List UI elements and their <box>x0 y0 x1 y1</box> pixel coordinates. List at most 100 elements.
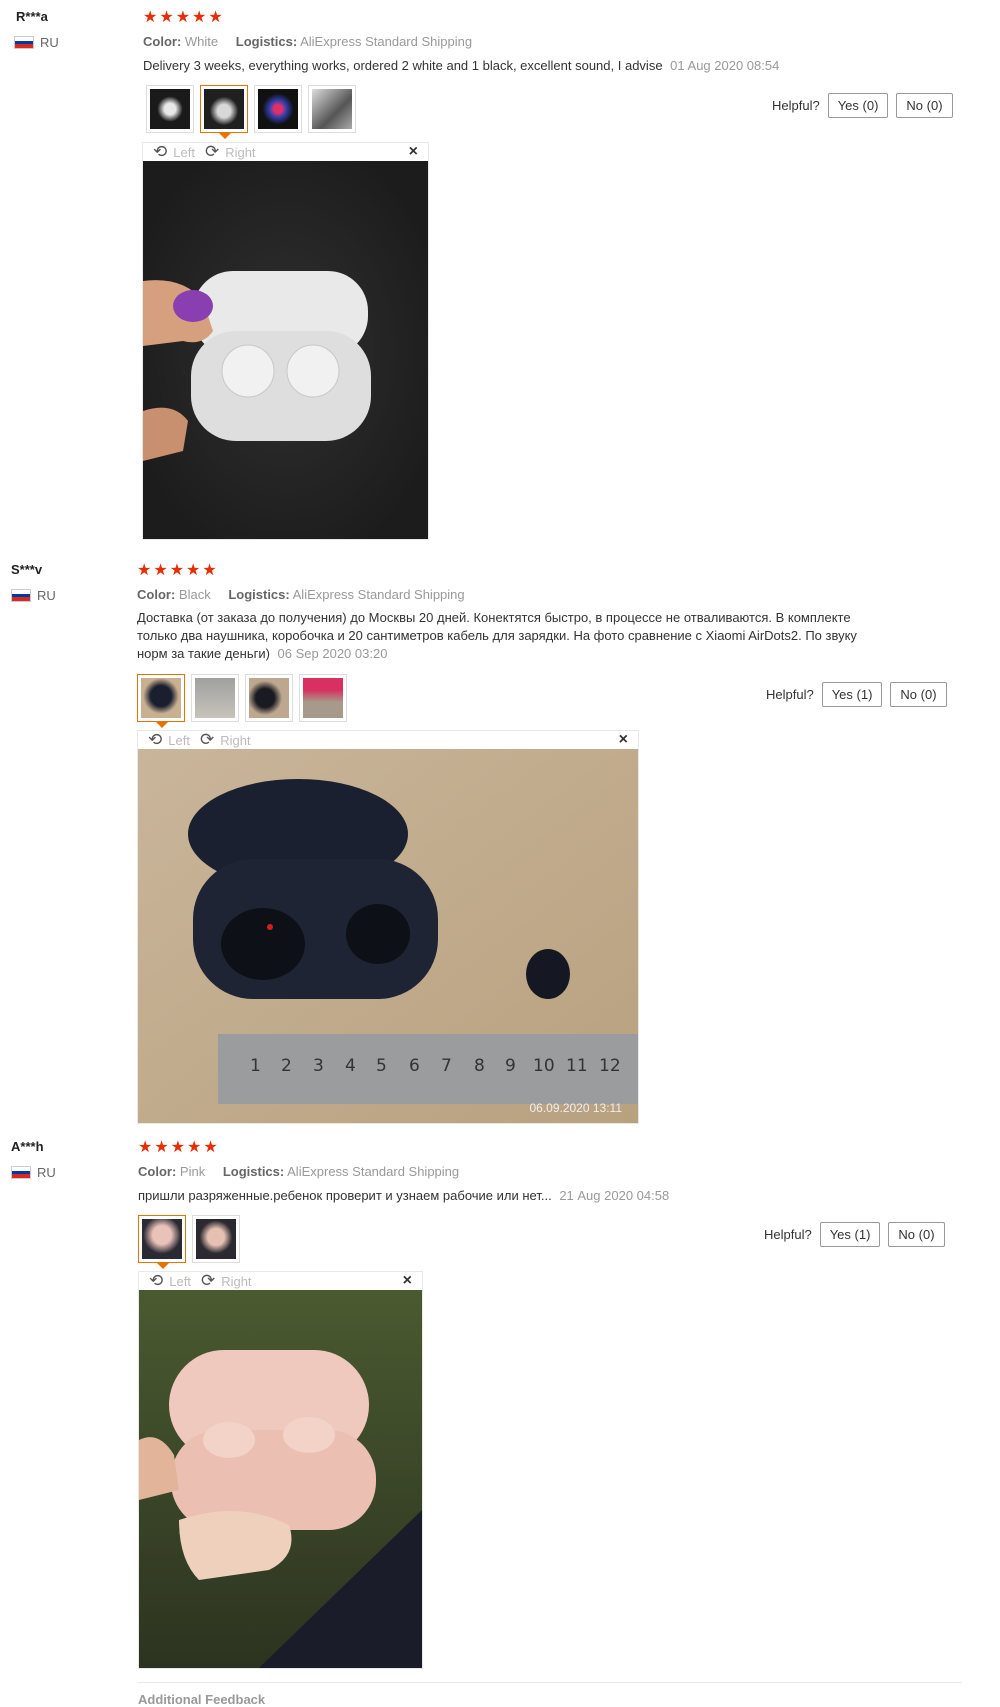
ruler-tick: 1 <box>250 1056 261 1076</box>
logistics-value: AliExpress Standard Shipping <box>300 34 473 49</box>
photo-viewer: ⟲ Left ⟳ Right × <box>142 142 429 540</box>
review-photo <box>143 161 428 539</box>
color-value: Black <box>178 587 211 602</box>
rotate-left-button[interactable]: ⟲ Left <box>149 1272 191 1289</box>
review-text: пришли разряженные.ребенок проверит и уз… <box>138 1187 898 1205</box>
rating-stars: ★★★★★ <box>138 1139 220 1156</box>
color-value: White <box>184 34 219 49</box>
color-label: Color: <box>143 34 182 49</box>
rotate-left-icon: ⟲ <box>148 730 163 749</box>
photo-timestamp: 06.09.2020 13:11 <box>529 1101 622 1115</box>
rating-stars: ★★★★★ <box>137 562 219 579</box>
ruler-tick: 5 <box>376 1056 387 1076</box>
photo-thumbnail-active[interactable] <box>138 1215 186 1269</box>
close-viewer-button[interactable]: × <box>619 731 628 749</box>
review-photo <box>139 1290 422 1668</box>
ruler-tick: 9 <box>505 1056 516 1076</box>
order-info: Color: Black Logistics: AliExpress Stand… <box>137 587 465 602</box>
helpful-votes: Helpful? Yes (1) No (0) <box>766 682 947 707</box>
ruler-tick: 11 <box>566 1056 588 1076</box>
photo-thumbnails <box>138 1215 240 1269</box>
helpful-yes-button[interactable]: Yes (1) <box>821 682 883 707</box>
logistics-label: Logistics: <box>235 34 298 49</box>
logistics-label: Logistics: <box>222 1164 285 1179</box>
rotate-left-button[interactable]: ⟲ Left <box>148 730 190 749</box>
reviewer-country: RU <box>11 1165 56 1180</box>
review-date: 21 Aug 2020 04:58 <box>559 1188 670 1203</box>
review-date: 06 Sep 2020 03:20 <box>277 646 388 661</box>
review-date: 01 Aug 2020 08:54 <box>670 58 780 73</box>
rotate-right-label: Right <box>225 144 256 160</box>
rotate-right-button[interactable]: ⟳ Right <box>199 730 251 749</box>
helpful-label: Helpful? <box>764 1227 812 1242</box>
ruler-tick: 7 <box>441 1056 452 1076</box>
reviewer-country: RU <box>11 588 56 603</box>
review-body: Доставка (от заказа до получения) до Мос… <box>137 610 857 661</box>
country-code: RU <box>37 1165 56 1180</box>
helpful-yes-button[interactable]: Yes (1) <box>819 1222 881 1247</box>
photo-thumbnail[interactable] <box>146 85 194 133</box>
reviewer-name: R***a <box>16 9 48 24</box>
logistics-label: Logistics: <box>228 587 290 602</box>
rotate-right-label: Right <box>220 732 251 748</box>
rotate-left-label: Left <box>169 1273 191 1289</box>
rotate-right-button[interactable]: ⟳ Right <box>200 1271 252 1290</box>
rotate-left-icon: ⟲ <box>153 142 168 161</box>
photo-thumbnails <box>137 674 347 728</box>
helpful-no-button[interactable]: No (0) <box>896 93 953 118</box>
helpful-votes: Helpful? Yes (1) No (0) <box>764 1222 945 1247</box>
white-earbuds-case-image <box>143 161 428 539</box>
order-info: Color: Pink Logistics: AliExpress Standa… <box>138 1164 459 1179</box>
rotate-left-button[interactable]: ⟲ Left <box>153 142 195 161</box>
viewer-toolbar: ⟲ Left ⟳ Right × <box>143 143 428 161</box>
photo-thumbnail[interactable] <box>254 85 302 133</box>
review-body: Delivery 3 weeks, everything works, orde… <box>143 58 663 73</box>
rotate-right-icon: ⟳ <box>204 142 220 161</box>
rotate-right-label: Right <box>221 1273 252 1289</box>
russia-flag-icon <box>14 36 34 49</box>
viewer-toolbar: ⟲ Left ⟳ Right × <box>139 1272 422 1290</box>
helpful-yes-button[interactable]: Yes (0) <box>827 93 889 118</box>
photo-viewer: ⟲ Left ⟳ Right × 1 2 3 4 5 6 7 8 9 10 11… <box>137 730 639 1124</box>
ruler-tick: 8 <box>474 1056 485 1076</box>
helpful-no-button[interactable]: No (0) <box>890 682 947 707</box>
helpful-votes: Helpful? Yes (0) No (0) <box>772 93 953 118</box>
helpful-label: Helpful? <box>772 98 820 113</box>
photo-thumbnails <box>146 85 356 139</box>
russia-flag-icon <box>11 1166 31 1179</box>
rotate-right-icon: ⟳ <box>199 730 215 749</box>
helpful-label: Helpful? <box>766 687 814 702</box>
photo-thumbnail[interactable] <box>245 674 293 722</box>
close-viewer-button[interactable]: × <box>403 1272 412 1290</box>
viewer-toolbar: ⟲ Left ⟳ Right × <box>138 731 638 749</box>
helpful-no-button[interactable]: No (0) <box>888 1222 945 1247</box>
review-body: пришли разряженные.ребенок проверит и уз… <box>138 1188 552 1203</box>
color-label: Color: <box>137 587 176 602</box>
rotate-left-label: Left <box>173 144 195 160</box>
photo-thumbnail-active[interactable] <box>200 85 248 139</box>
rotate-right-button[interactable]: ⟳ Right <box>204 142 256 161</box>
color-value: Pink <box>179 1164 206 1179</box>
ruler-tick: 4 <box>345 1056 356 1076</box>
close-viewer-button[interactable]: × <box>409 143 418 161</box>
review-text: Доставка (от заказа до получения) до Мос… <box>137 609 857 663</box>
review-photo: 1 2 3 4 5 6 7 8 9 10 11 12 06.09.2020 13… <box>138 749 638 1123</box>
photo-thumbnail[interactable] <box>299 674 347 722</box>
rotate-right-icon: ⟳ <box>200 1271 216 1290</box>
photo-viewer: ⟲ Left ⟳ Right × <box>138 1271 423 1669</box>
ruler-tick: 10 <box>533 1056 555 1076</box>
country-code: RU <box>37 588 56 603</box>
ruler-tick: 12 <box>599 1056 621 1076</box>
pink-earbuds-case-image <box>139 1290 422 1668</box>
color-label: Color: <box>138 1164 177 1179</box>
ruler-tick: 3 <box>313 1056 324 1076</box>
rating-stars: ★★★★★ <box>143 9 225 26</box>
order-info: Color: White Logistics: AliExpress Stand… <box>143 34 472 49</box>
black-earbuds-case-image: 1 2 3 4 5 6 7 8 9 10 11 12 <box>138 749 638 1123</box>
photo-thumbnail-active[interactable] <box>137 674 185 728</box>
photo-thumbnail[interactable] <box>191 674 239 722</box>
logistics-value: AliExpress Standard Shipping <box>292 587 465 602</box>
ruler-tick: 6 <box>409 1056 420 1076</box>
photo-thumbnail[interactable] <box>308 85 356 133</box>
photo-thumbnail[interactable] <box>192 1215 240 1263</box>
